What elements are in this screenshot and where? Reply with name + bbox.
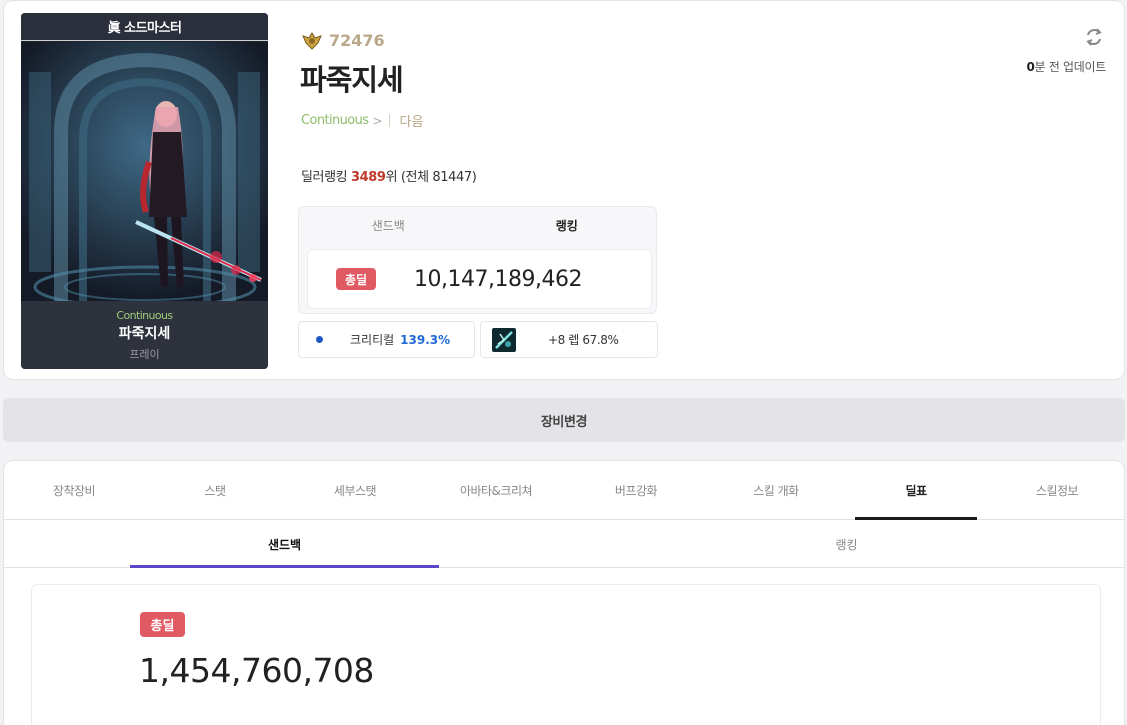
character-name: 파죽지세 (118, 326, 171, 342)
dealer-rank-label: 딜러랭킹 (301, 170, 351, 185)
character-card[interactable]: 眞 소드마스터 Continuous 파죽지세 프레이 (21, 13, 268, 369)
fame-value: 72476 (329, 31, 385, 50)
skill-level-stat: +8 렙 67.8% (480, 321, 658, 358)
skill-icon (492, 327, 516, 352)
main-tabs: 장착장비 스탯 세부스탯 아바타&크리쳐 버프강화 스킬 개화 딜표 스킬정보 (4, 461, 1124, 520)
total-deal-value: 10,147,189,462 (414, 266, 582, 292)
character-info: Continuous 파죽지세 프레이 (21, 301, 268, 369)
tab-avatar-creature[interactable]: 아바타&크리쳐 (435, 461, 557, 520)
character-server: 프레이 (129, 348, 160, 361)
tab-stats[interactable]: 스탯 (154, 461, 276, 520)
critical-dot-icon (316, 336, 323, 343)
tab-buff-enhance[interactable]: 버프강화 (575, 461, 697, 520)
refresh-icon[interactable] (1084, 27, 1104, 47)
dealer-ranking: 딜러랭킹 3489위 (전체 81447) (301, 166, 477, 185)
last-updated: 0분 전 업데이트 (1026, 58, 1106, 75)
deal-summary-tabs: 샌드백 랭킹 (299, 207, 656, 243)
critical-stat: 크리티컬 139.3% (298, 321, 475, 358)
character-guild: Continuous (116, 309, 173, 322)
deal-summary-value-box: 총딜 10,147,189,462 (307, 249, 652, 309)
deal-tab-sandbag[interactable]: 샌드백 (299, 207, 478, 243)
tab-skill-info[interactable]: 스킬정보 (996, 461, 1118, 520)
guild-link[interactable]: Continuous (301, 113, 369, 128)
divider (388, 114, 390, 127)
total-deal-result: 총딜 1,454,760,708 (31, 584, 1101, 725)
profile-card: 眞 소드마스터 Continuous 파죽지세 프레이 72476 파죽지세 C… (3, 0, 1125, 380)
tab-skill-bloom[interactable]: 스킬 개화 (715, 461, 837, 520)
subtab-ranking[interactable]: 랭킹 (692, 520, 1001, 568)
total-deal-badge: 총딜 (336, 268, 376, 290)
skill-level-label: +8 렙 67.8% (548, 333, 619, 347)
character-artwork (21, 42, 268, 301)
dealer-rank-suffix: 위 (전체 81447) (385, 170, 477, 185)
tab-detail-stats[interactable]: 세부스탯 (294, 461, 416, 520)
last-updated-value: 0 (1026, 60, 1035, 74)
deal-tab-ranking[interactable]: 랭킹 (478, 207, 657, 243)
adventure-link[interactable]: 다음 (400, 111, 424, 130)
critical-value: 139.3% (400, 332, 451, 347)
fame-row: 72476 (301, 31, 385, 50)
result-deal-badge: 총딜 (140, 612, 185, 637)
result-deal-value: 1,454,760,708 (139, 651, 374, 690)
tab-equipment[interactable]: 장착장비 (13, 461, 135, 520)
tab-damage-table[interactable]: 딜표 (855, 461, 977, 520)
guild-row: Continuous > 다음 (301, 111, 423, 130)
sub-tabs: 샌드백 랭킹 (4, 520, 1124, 568)
chevron-right-icon: > (372, 113, 383, 128)
dealer-rank-value: 3489 (350, 170, 386, 185)
subtab-sandbag[interactable]: 샌드백 (130, 520, 439, 568)
deal-summary-box: 샌드백 랭킹 총딜 10,147,189,462 (298, 206, 657, 314)
equip-change-button[interactable]: 장비변경 (3, 398, 1125, 442)
character-job-title: 眞 소드마스터 (21, 13, 268, 41)
character-title: 파죽지세 (300, 63, 404, 97)
fame-icon (302, 31, 322, 50)
content-card: 장착장비 스탯 세부스탯 아바타&크리쳐 버프강화 스킬 개화 딜표 스킬정보 … (3, 460, 1125, 725)
last-updated-text: 분 전 업데이트 (1034, 60, 1107, 74)
critical-label: 크리티컬 (350, 333, 395, 347)
